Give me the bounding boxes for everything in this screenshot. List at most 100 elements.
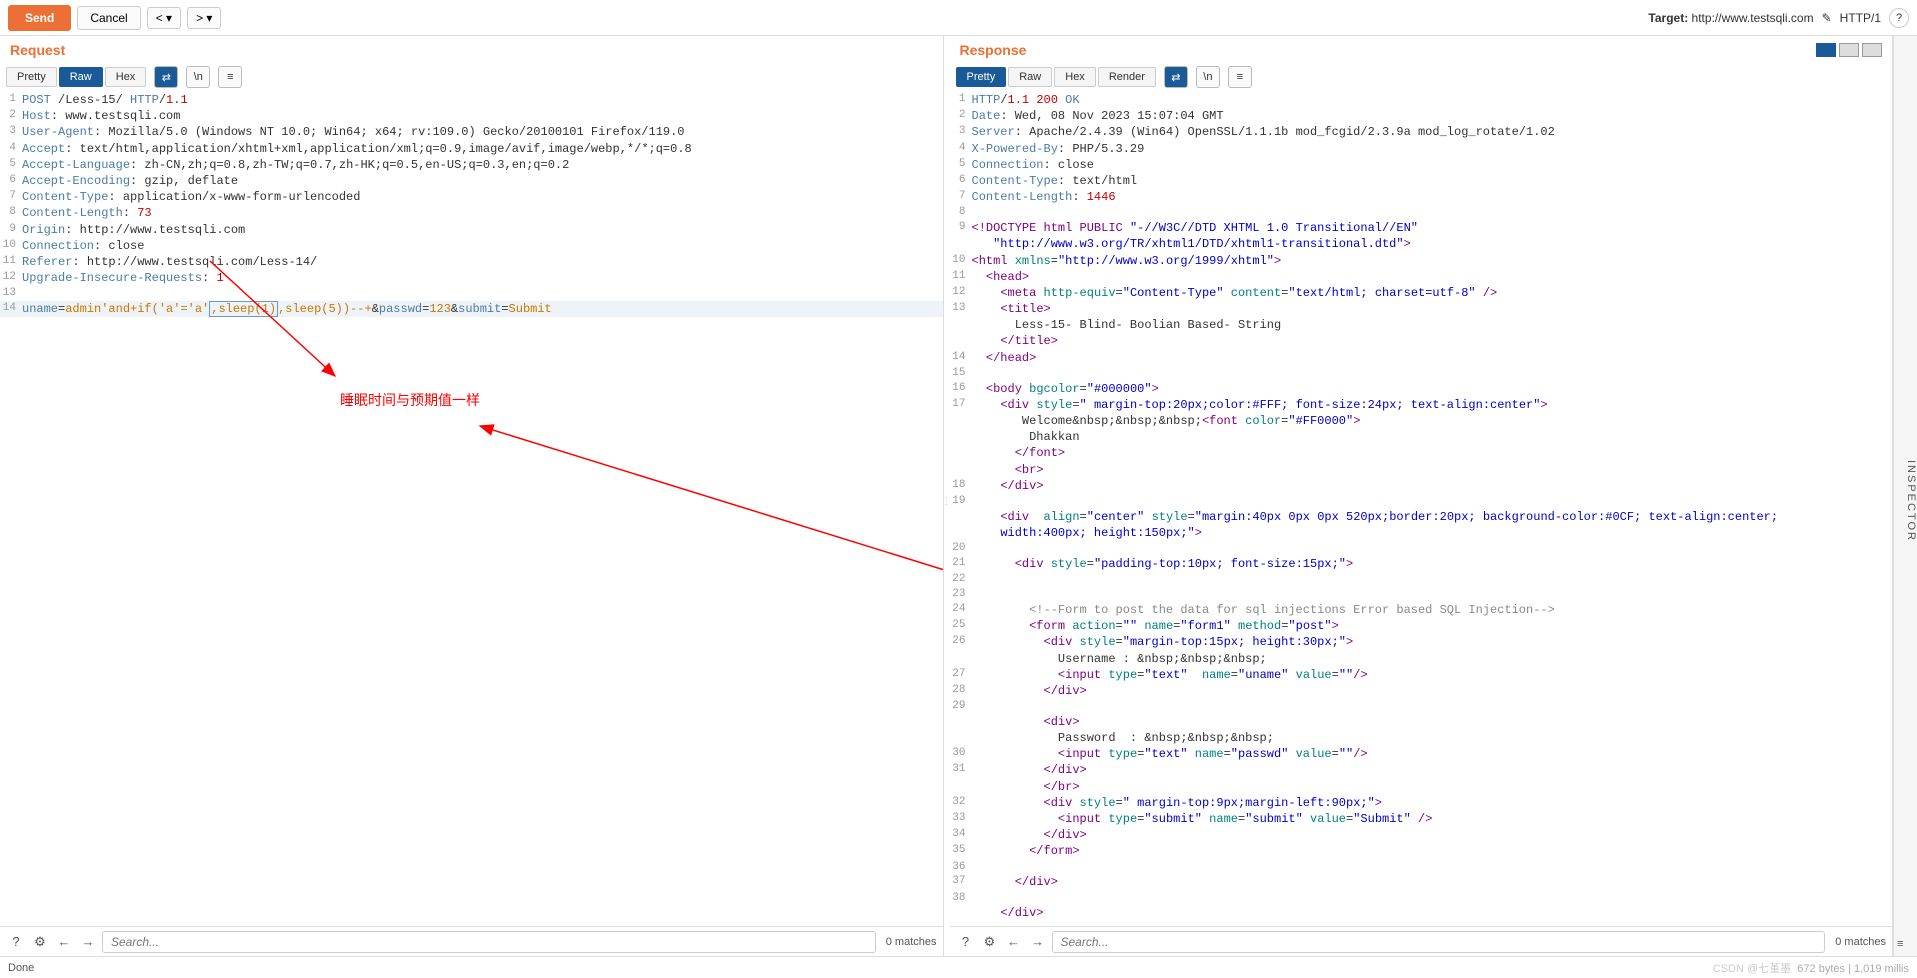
response-search-input[interactable] <box>1052 931 1826 953</box>
code-line[interactable]: 34 </div> <box>950 827 1893 843</box>
line-content[interactable] <box>972 366 1893 381</box>
layout-columns-icon[interactable] <box>1816 43 1836 57</box>
code-line[interactable]: 12Upgrade-Insecure-Requests: 1 <box>0 270 943 286</box>
line-content[interactable]: <!--Form to post the data for sql inject… <box>972 602 1893 618</box>
line-content[interactable]: Connection: close <box>22 238 943 254</box>
line-content[interactable] <box>972 699 1893 714</box>
layout-single-icon[interactable] <box>1862 43 1882 57</box>
line-content[interactable]: Password : &nbsp;&nbsp;&nbsp; <box>972 730 1893 746</box>
line-content[interactable] <box>972 205 1893 220</box>
code-line[interactable]: 11Referer: http://www.testsqli.com/Less-… <box>0 254 943 270</box>
code-line[interactable]: Welcome&nbsp;&nbsp;&nbsp;<font color="#F… <box>950 413 1893 429</box>
line-content[interactable]: Less-15- Blind- Boolian Based- String <box>972 317 1893 333</box>
line-content[interactable]: Connection: close <box>972 157 1893 173</box>
line-content[interactable]: </div> <box>972 478 1893 494</box>
newline-icon[interactable]: \n <box>1196 66 1220 88</box>
code-line[interactable]: 9Origin: http://www.testsqli.com <box>0 222 943 238</box>
code-line[interactable]: <div> <box>950 714 1893 730</box>
line-content[interactable]: </title> <box>972 333 1893 349</box>
code-line[interactable]: <br> <box>950 462 1893 478</box>
line-content[interactable]: <div style="padding-top:10px; font-size:… <box>972 556 1893 572</box>
code-line[interactable]: 6Content-Type: text/html <box>950 173 1893 189</box>
code-line[interactable]: 25 <form action="" name="form1" method="… <box>950 618 1893 634</box>
code-line[interactable]: 23 <box>950 587 1893 602</box>
settings-icon[interactable]: ⚙ <box>980 932 1000 952</box>
prev-button[interactable]: < ▾ <box>147 7 181 29</box>
code-line[interactable]: </title> <box>950 333 1893 349</box>
code-line[interactable]: 21 <div style="padding-top:10px; font-si… <box>950 556 1893 572</box>
code-line[interactable]: 2Host: www.testsqli.com <box>0 108 943 124</box>
line-content[interactable]: Content-Length: 73 <box>22 205 943 221</box>
line-content[interactable]: "http://www.w3.org/TR/xhtml1/DTD/xhtml1-… <box>972 236 1893 252</box>
help-icon[interactable]: ? <box>956 932 976 952</box>
line-content[interactable]: Content-Length: 1446 <box>972 189 1893 205</box>
line-content[interactable]: Accept-Encoding: gzip, deflate <box>22 173 943 189</box>
line-content[interactable]: </font> <box>972 445 1893 461</box>
code-line[interactable]: 10<html xmlns="http://www.w3.org/1999/xh… <box>950 253 1893 269</box>
search-next-icon[interactable]: → <box>78 932 98 952</box>
line-content[interactable]: POST /Less-15/ HTTP/1.1 <box>22 92 943 108</box>
code-line[interactable]: 37 </div> <box>950 874 1893 890</box>
line-content[interactable]: HTTP/1.1 200 OK <box>972 92 1893 108</box>
line-content[interactable]: Accept: text/html,application/xhtml+xml,… <box>22 141 943 157</box>
line-content[interactable]: </div> <box>972 683 1893 699</box>
code-line[interactable]: Password : &nbsp;&nbsp;&nbsp; <box>950 730 1893 746</box>
line-content[interactable]: <input type="submit" name="submit" value… <box>972 811 1893 827</box>
code-line[interactable]: 14uname=admin'and+if('a'='a',sleep(1),sl… <box>0 301 943 317</box>
settings-icon[interactable]: ⚙ <box>30 932 50 952</box>
response-editor[interactable]: 1HTTP/1.1 200 OK2Date: Wed, 08 Nov 2023 … <box>950 90 1893 926</box>
code-line[interactable]: 6Accept-Encoding: gzip, deflate <box>0 173 943 189</box>
tab-pretty[interactable]: Pretty <box>6 67 57 87</box>
code-line[interactable]: 26 <div style="margin-top:15px; height:3… <box>950 634 1893 650</box>
line-content[interactable]: <div style="margin-top:15px; height:30px… <box>972 634 1893 650</box>
code-line[interactable]: 35 </form> <box>950 843 1893 859</box>
line-content[interactable]: <html xmlns="http://www.w3.org/1999/xhtm… <box>972 253 1893 269</box>
menu-icon[interactable]: ≡ <box>1228 66 1252 88</box>
code-line[interactable]: <div align="center" style="margin:40px 0… <box>950 509 1893 525</box>
code-line[interactable]: 13 <box>0 286 943 301</box>
line-content[interactable] <box>972 494 1893 509</box>
code-line[interactable]: Username : &nbsp;&nbsp;&nbsp; <box>950 651 1893 667</box>
code-line[interactable]: 3User-Agent: Mozilla/5.0 (Windows NT 10.… <box>0 124 943 140</box>
line-content[interactable]: Welcome&nbsp;&nbsp;&nbsp;<font color="#F… <box>972 413 1893 429</box>
code-line[interactable]: Less-15- Blind- Boolian Based- String <box>950 317 1893 333</box>
line-content[interactable] <box>972 891 1893 906</box>
line-content[interactable]: <input type="text" name="passwd" value="… <box>972 746 1893 762</box>
line-content[interactable]: Username : &nbsp;&nbsp;&nbsp; <box>972 651 1893 667</box>
line-content[interactable]: Referer: http://www.testsqli.com/Less-14… <box>22 254 943 270</box>
line-content[interactable] <box>972 572 1893 587</box>
code-line[interactable]: 14 </head> <box>950 350 1893 366</box>
line-content[interactable]: Content-Type: application/x-www-form-url… <box>22 189 943 205</box>
code-line[interactable]: 32 <div style=" margin-top:9px;margin-le… <box>950 795 1893 811</box>
code-line[interactable]: 36 <box>950 860 1893 875</box>
code-line[interactable]: 18 </div> <box>950 478 1893 494</box>
line-content[interactable]: Upgrade-Insecure-Requests: 1 <box>22 270 943 286</box>
line-content[interactable]: </div> <box>972 762 1893 778</box>
line-content[interactable]: <div align="center" style="margin:40px 0… <box>972 509 1893 525</box>
code-line[interactable]: 31 </div> <box>950 762 1893 778</box>
code-line[interactable]: 3Server: Apache/2.4.39 (Win64) OpenSSL/1… <box>950 124 1893 140</box>
line-content[interactable]: </div> <box>972 827 1893 843</box>
code-line[interactable]: 8Content-Length: 73 <box>0 205 943 221</box>
newline-icon[interactable]: \n <box>186 66 210 88</box>
code-line[interactable]: </div> <box>950 905 1893 921</box>
line-content[interactable]: <div> <box>972 714 1893 730</box>
tab-hex[interactable]: Hex <box>1054 67 1096 87</box>
code-line[interactable]: 12 <meta http-equiv="Content-Type" conte… <box>950 285 1893 301</box>
code-line[interactable]: </font> <box>950 445 1893 461</box>
send-button[interactable]: Send <box>8 5 71 31</box>
code-line[interactable]: 1HTTP/1.1 200 OK <box>950 92 1893 108</box>
request-editor[interactable]: 1POST /Less-15/ HTTP/1.12Host: www.tests… <box>0 90 943 926</box>
line-content[interactable] <box>22 286 943 301</box>
code-line[interactable]: 15 <box>950 366 1893 381</box>
code-line[interactable]: 9<!DOCTYPE html PUBLIC "-//W3C//DTD XHTM… <box>950 220 1893 236</box>
code-line[interactable]: 28 </div> <box>950 683 1893 699</box>
line-content[interactable]: </div> <box>972 874 1893 890</box>
tab-render[interactable]: Render <box>1098 67 1156 87</box>
line-content[interactable]: Server: Apache/2.4.39 (Win64) OpenSSL/1.… <box>972 124 1893 140</box>
line-content[interactable]: X-Powered-By: PHP/5.3.29 <box>972 141 1893 157</box>
line-content[interactable]: <head> <box>972 269 1893 285</box>
line-content[interactable]: </head> <box>972 350 1893 366</box>
menu-icon[interactable]: ≡ <box>218 66 242 88</box>
code-line[interactable]: 17 <div style=" margin-top:20px;color:#F… <box>950 397 1893 413</box>
